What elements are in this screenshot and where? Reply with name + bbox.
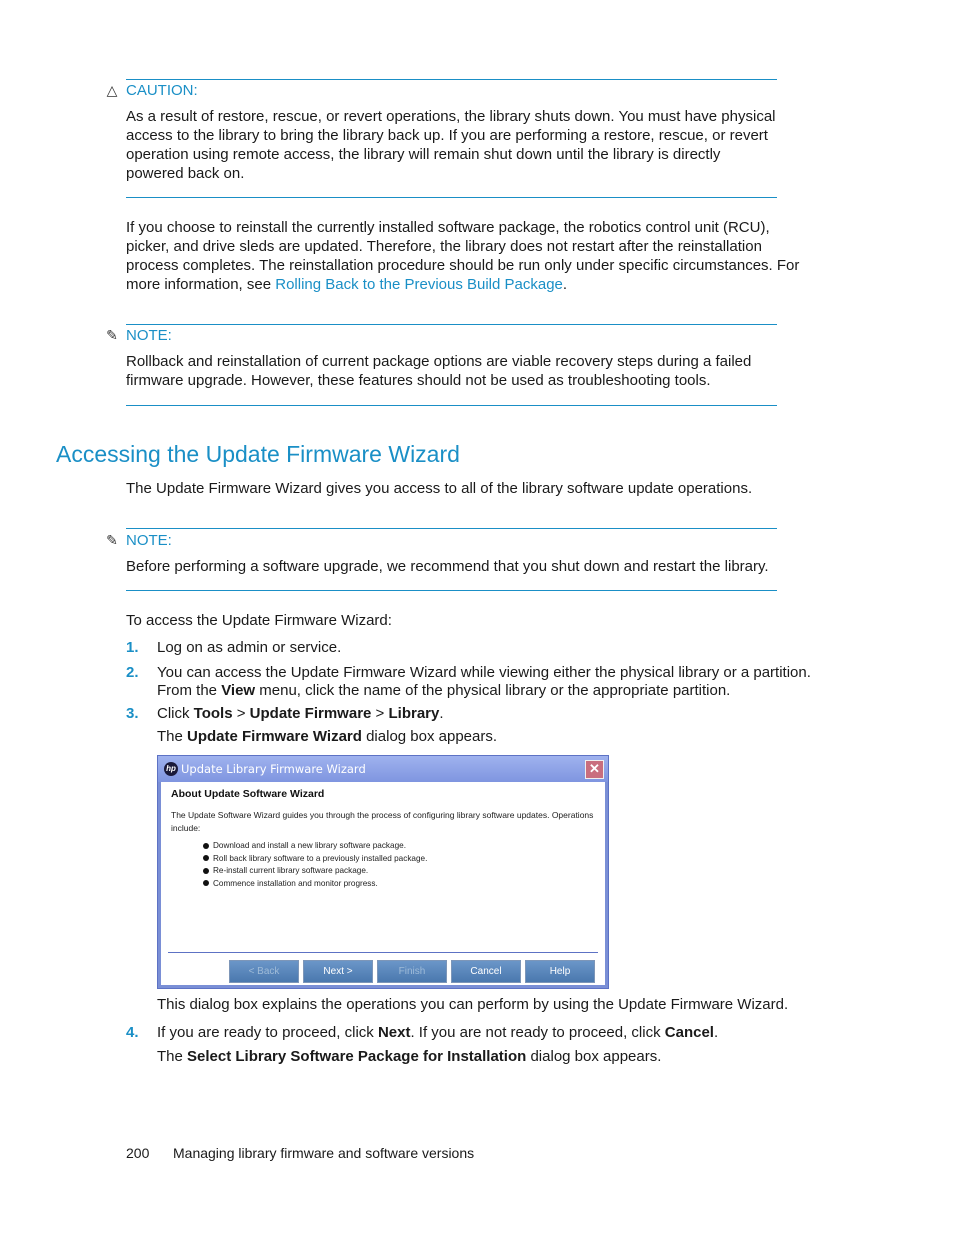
note1-label: NOTE: — [126, 327, 172, 344]
step-1: 1. Log on as admin or service. — [126, 639, 342, 656]
section-title: Accessing the Update Firmware Wizard — [56, 441, 460, 467]
hp-logo-icon: hp — [164, 762, 178, 776]
cancel-button[interactable]: Cancel — [451, 960, 521, 983]
step-number: 1. — [126, 639, 139, 656]
update-firmware-wizard-dialog: hp Update Library Firmware Wizard ✕ Abou… — [157, 755, 609, 989]
warning-triangle-icon: △ — [106, 82, 118, 98]
note2-label: NOTE: — [126, 532, 172, 549]
caution-text: As a result of restore, rescue, or rever… — [126, 108, 776, 182]
caution-heading: △ CAUTION: — [104, 82, 198, 99]
rolling-back-link[interactable]: Rolling Back to the Previous Build Packa… — [275, 276, 563, 293]
dialog-separator — [168, 952, 598, 953]
next-button[interactable]: Next > — [303, 960, 373, 983]
step-2: 2. You can access the Update Firmware Wi… — [126, 664, 811, 699]
step-3-result: The Update Firmware Wizard dialog box ap… — [157, 728, 498, 745]
note1-bottom-rule — [126, 405, 777, 406]
dialog-title: Update Library Firmware Wizard — [181, 762, 366, 776]
dialog-titlebar[interactable]: hp Update Library Firmware Wizard ✕ — [158, 756, 608, 782]
back-button[interactable]: < Back — [229, 960, 299, 983]
operations-list: Download and install a new library softw… — [203, 840, 427, 890]
step-3: 3. Click Tools > Update Firmware > Libra… — [126, 705, 444, 722]
bullet-icon — [203, 842, 209, 849]
close-icon[interactable]: ✕ — [585, 760, 604, 779]
note2-bottom-rule — [126, 590, 777, 591]
dialog-description: The Update Software Wizard guides you th… — [171, 810, 594, 833]
caution-label: CAUTION: — [126, 82, 198, 99]
page-number: 200 — [126, 1145, 150, 1161]
note1-text: Rollback and reinstallation of current p… — [126, 353, 752, 389]
help-button[interactable]: Help — [525, 960, 595, 983]
list-item: Download and install a new library softw… — [203, 840, 427, 853]
dialog-caption: This dialog box explains the operations … — [157, 996, 789, 1013]
list-item: Roll back library software to a previous… — [203, 853, 427, 866]
note2-top-rule — [126, 528, 777, 529]
chapter-title: Managing library firmware and software v… — [173, 1145, 475, 1161]
bullet-icon — [203, 855, 209, 862]
procedure-lead: To access the Update Firmware Wizard: — [126, 612, 392, 629]
section-intro: The Update Firmware Wizard gives you acc… — [126, 480, 753, 497]
list-item: Re-install current library software pack… — [203, 865, 427, 878]
dialog-body: About Update Software Wizard The Update … — [161, 782, 605, 985]
finish-button[interactable]: Finish — [377, 960, 447, 983]
step-number: 3. — [126, 705, 139, 722]
note1-heading: ✎ NOTE: — [104, 327, 172, 344]
list-item: Commence installation and monitor progre… — [203, 878, 427, 891]
bullet-icon — [203, 867, 209, 874]
note2-text: Before performing a software upgrade, we… — [126, 558, 769, 575]
note2-heading: ✎ NOTE: — [104, 532, 172, 549]
step-number: 2. — [126, 664, 139, 681]
dialog-heading: About Update Software Wizard — [171, 788, 325, 800]
note1-top-rule — [126, 324, 777, 325]
reinstall-paragraph: If you choose to reinstall the currently… — [126, 219, 800, 293]
step-4-result: The Select Library Software Package for … — [157, 1048, 662, 1065]
caution-top-rule — [126, 79, 777, 80]
caution-bottom-rule — [126, 197, 777, 198]
note-icon: ✎ — [106, 327, 118, 343]
step-number: 4. — [126, 1024, 139, 1041]
bullet-icon — [203, 880, 209, 887]
step-4: 4. If you are ready to proceed, click Ne… — [126, 1024, 719, 1041]
note-icon: ✎ — [106, 532, 118, 548]
